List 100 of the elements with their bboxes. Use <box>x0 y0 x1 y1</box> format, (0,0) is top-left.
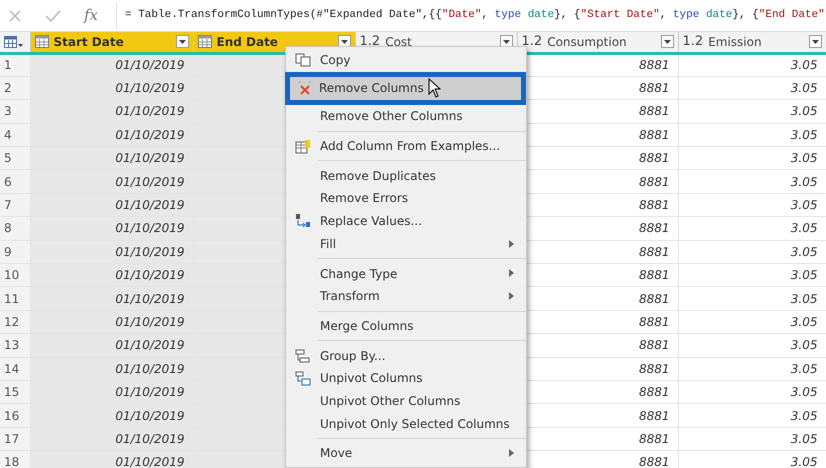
table-cell: 01/10/2019 <box>115 314 184 329</box>
row-number: 9 <box>0 240 30 264</box>
table-cell: 8881 <box>638 104 670 118</box>
fx-label[interactable]: fx <box>84 4 98 27</box>
menu-item[interactable]: Unpivot Other Columns <box>286 390 526 412</box>
unpivot-icon <box>295 370 311 386</box>
table-cell: 3.05 <box>790 408 818 423</box>
copy-icon <box>295 53 311 68</box>
column-header[interactable]: 1.2 Emission <box>678 32 826 53</box>
table-cell: 01/10/2019 <box>115 174 184 189</box>
menu-item[interactable]: Move <box>286 442 526 465</box>
remove-columns-icon <box>298 80 312 96</box>
table-cell: 01/10/2019 <box>115 455 184 468</box>
type-label: 1.2 <box>360 33 380 51</box>
row-number: 4 <box>0 123 30 147</box>
table-cell: 8881 <box>638 151 670 166</box>
table-cell: 01/10/2019 <box>115 58 184 72</box>
type-label: 1.2 <box>522 33 542 51</box>
menu-item[interactable]: Remove Columns <box>285 72 526 106</box>
table-cell: 8881 <box>638 81 670 96</box>
menu-item[interactable]: Unpivot Columns <box>286 366 526 390</box>
table-cell: 8881 <box>638 432 670 446</box>
table-cell: 3.05 <box>790 151 818 166</box>
table-cell: 3.05 <box>790 128 818 142</box>
table-cell: 8881 <box>638 221 670 236</box>
formula-text[interactable]: = Table.TransformColumnTypes(#"Expanded Date",{{"Date", type date}, {"Start Date", type date}, {"End Date" <box>125 7 825 24</box>
type-label: 1.2 <box>682 33 704 51</box>
row-number: 6 <box>0 170 30 194</box>
table-cell: 01/10/2019 <box>115 104 184 118</box>
table-cell: 3.05 <box>790 432 818 446</box>
table-cell: 8881 <box>638 314 670 329</box>
caret-icon <box>664 40 670 44</box>
row-number: 16 <box>0 404 30 428</box>
table-cell: 01/10/2019 <box>115 198 184 212</box>
menu-item[interactable]: Merge Columns <box>286 314 526 338</box>
row-number: 14 <box>0 357 30 380</box>
table-cell: 8881 <box>638 408 670 423</box>
table-cell: 01/10/2019 <box>115 385 184 400</box>
table-cell: 01/10/2019 <box>115 292 184 306</box>
row-number: 17 <box>0 427 30 451</box>
row-number: 5 <box>0 146 30 170</box>
table-menu-icon[interactable] <box>4 36 24 49</box>
menu-item[interactable]: Remove Errors <box>286 187 526 210</box>
caret-icon <box>340 40 348 44</box>
row-number: 2 <box>0 76 30 100</box>
row-number: 11 <box>0 286 30 310</box>
row-number: 18 <box>0 450 30 468</box>
table-cell: 8881 <box>638 292 670 306</box>
table-cell: 3.05 <box>790 268 818 282</box>
column-name: End Date <box>216 34 278 51</box>
row-number: 1 <box>0 53 30 76</box>
row-number: 12 <box>0 310 30 334</box>
caret-icon <box>812 40 818 44</box>
table-cell: 3.05 <box>790 198 818 212</box>
menu-item[interactable]: Transform <box>286 284 526 308</box>
menu-item[interactable]: Remove Duplicates <box>286 164 526 188</box>
table-cell: 3.05 <box>790 244 818 259</box>
column-header[interactable]: 1.2 Consumption <box>517 32 678 53</box>
menu-item[interactable]: Add Column From Examples... <box>286 134 526 158</box>
row-number: 7 <box>0 193 30 217</box>
menu-item[interactable]: Fill <box>286 232 526 256</box>
table-cell: 3.05 <box>790 58 818 72</box>
cursor-icon <box>428 78 441 98</box>
table-cell: 8881 <box>638 244 670 259</box>
table-cell: 3.05 <box>790 174 818 189</box>
table-cell: 3.05 <box>790 104 818 118</box>
table-cell: 01/10/2019 <box>115 408 184 423</box>
table-cell: 8881 <box>638 58 670 72</box>
table-cell: 3.05 <box>790 338 818 352</box>
dropdown-button[interactable] <box>808 35 822 48</box>
column-header[interactable]: Start Date <box>30 32 193 53</box>
table-cell: 01/10/2019 <box>115 362 184 376</box>
menu-item[interactable]: Unpivot Only Selected Columns <box>286 412 526 436</box>
replace-values-icon <box>295 213 311 230</box>
table-cell: 01/10/2019 <box>115 268 184 282</box>
column-name: Consumption <box>547 34 627 51</box>
table-cell: 8881 <box>638 362 670 376</box>
table-cell: 01/10/2019 <box>115 432 184 446</box>
checkmark-icon[interactable] <box>45 8 61 22</box>
table-cell: 8881 <box>638 385 670 400</box>
caret-icon <box>178 40 186 44</box>
dropdown-button[interactable] <box>176 35 188 48</box>
table-cell: 8881 <box>638 198 670 212</box>
menu-item[interactable]: Change Type <box>286 262 526 285</box>
calendar-icon <box>34 35 48 48</box>
menu-item[interactable]: Remove Other Columns <box>286 105 526 128</box>
dropdown-button[interactable] <box>660 35 674 48</box>
table-cell: 8881 <box>638 455 670 468</box>
table-cell: 8881 <box>638 268 670 282</box>
menu-item[interactable]: Replace Values... <box>286 210 526 233</box>
table-cell: 3.05 <box>790 314 818 329</box>
column-name: Start Date <box>54 34 124 51</box>
menu-item[interactable]: Group By... <box>286 344 526 367</box>
table-cell: 3.05 <box>790 455 818 468</box>
calendar-icon <box>198 35 212 48</box>
table-cell: 8881 <box>638 338 670 352</box>
table-cell: 01/10/2019 <box>115 221 184 236</box>
row-number: 8 <box>0 216 30 240</box>
table-cell: 3.05 <box>790 362 818 376</box>
table-cell: 01/10/2019 <box>115 244 184 259</box>
